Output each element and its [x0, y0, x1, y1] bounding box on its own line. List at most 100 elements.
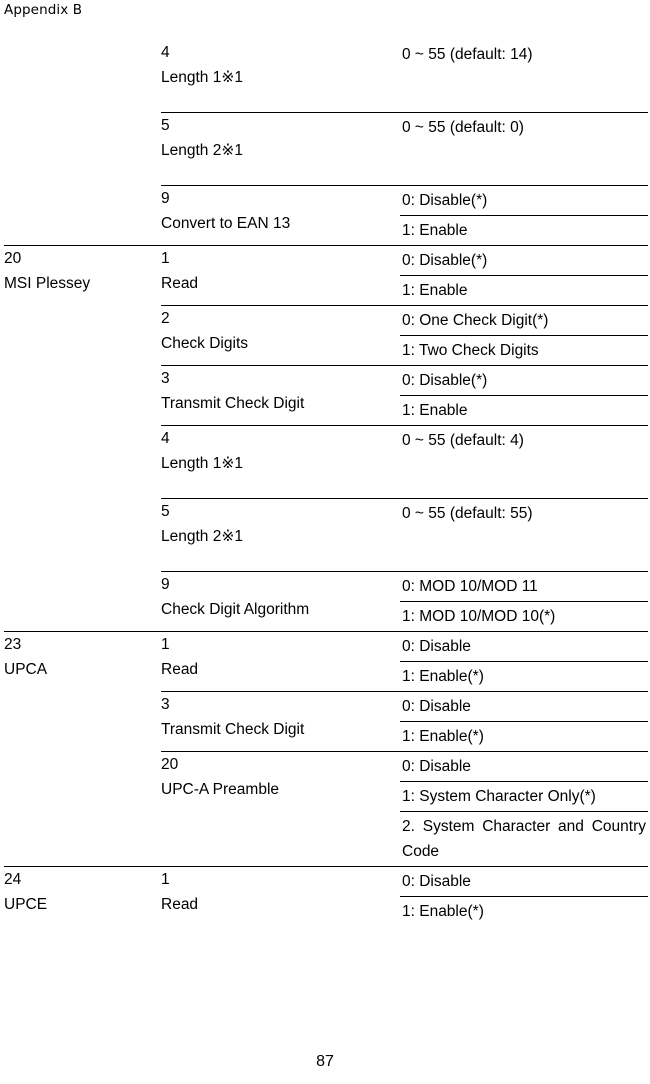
item-number: 2	[161, 310, 170, 327]
row-spacer	[161, 163, 400, 185]
item-number: 3	[161, 696, 170, 713]
table-row: 3 Transmit Check Digit 0: Disable(*) 1: Ena…	[4, 365, 648, 426]
item-name: Check Digit Algorithm	[161, 601, 310, 618]
cell-options: 0 ~ 55 (default: 0)	[400, 112, 648, 186]
cell-code	[4, 113, 161, 186]
row-spacer	[161, 549, 400, 571]
option-value: 0 ~ 55 (default: 0)	[402, 119, 524, 136]
cell-item: 20 UPC-A Preamble	[161, 751, 400, 867]
item-number: 3	[161, 370, 170, 387]
cell-options: 0: Disable(*) 1: Enable	[400, 245, 648, 306]
option-value: 0: Disable(*)	[402, 372, 488, 389]
cell-item: 9 Check Digit Algorithm	[161, 571, 400, 632]
item-name: Length 1※1	[161, 455, 243, 472]
cell-options: 0 ~ 55 (default: 55)	[400, 498, 648, 572]
cell-options: 0: One Check Digit(*) 1: Two Check Digits	[400, 305, 648, 366]
barcode-parameter-table: 4 Length 1※1 0 ~ 55 (default: 14) 5 Length 2…	[4, 40, 648, 926]
row-spacer	[161, 90, 400, 112]
cell-item: 1 Read	[161, 245, 400, 306]
cell-code	[4, 366, 161, 426]
item-number: 9	[161, 190, 170, 207]
cell-code	[4, 306, 161, 366]
option-value: 1: Enable(*)	[400, 896, 648, 926]
item-number: 4	[161, 44, 170, 61]
item-number: 20	[161, 756, 179, 773]
code-number: 20	[4, 250, 22, 267]
option-value: 0: Disable(*)	[402, 192, 488, 209]
row-spacer	[400, 455, 648, 477]
row-spacer	[400, 528, 648, 550]
cell-code	[4, 186, 161, 246]
item-number: 1	[161, 636, 170, 653]
code-number: 24	[4, 871, 22, 888]
cell-item: 4 Length 1※1	[161, 425, 400, 499]
option-value: 2. System Character and Country Code	[400, 811, 648, 866]
cell-code	[4, 499, 161, 572]
option-value: 0: Disable	[402, 758, 471, 775]
table-row: 9 Check Digit Algorithm 0: MOD 10/MOD 11 1:…	[4, 571, 648, 632]
cell-item: 5 Length 2※1	[161, 498, 400, 572]
option-value: 0: MOD 10/MOD 11	[402, 578, 538, 595]
row-spacer	[161, 476, 400, 498]
table-row: 20 MSI Plessey 1 Read 0: Disable(*) 1: Enable	[4, 245, 648, 306]
code-name: UPCA	[4, 661, 48, 678]
cell-item: 2 Check Digits	[161, 305, 400, 366]
option-value: 1: Two Check Digits	[400, 335, 648, 365]
cell-code: 20 MSI Plessey	[4, 245, 161, 306]
cell-code	[4, 40, 161, 113]
cell-code	[4, 752, 161, 867]
cell-options: 0: MOD 10/MOD 11 1: MOD 10/MOD 10(*)	[400, 571, 648, 632]
cell-item: 3 Transmit Check Digit	[161, 365, 400, 426]
table-row: 4 Length 1※1 0 ~ 55 (default: 4)	[4, 425, 648, 499]
option-value: 0 ~ 55 (default: 14)	[402, 46, 533, 63]
item-number: 9	[161, 576, 170, 593]
running-header: Appendix B	[4, 2, 83, 18]
item-number: 1	[161, 250, 170, 267]
option-value: 1: System Character Only(*)	[400, 781, 648, 811]
cell-options: 0: Disable 1: Enable(*)	[400, 631, 648, 692]
item-name: Read	[161, 661, 199, 678]
table-row: 23 UPCA 1 Read 0: Disable 1: Enable(*)	[4, 631, 648, 692]
option-value: 1: Enable	[400, 215, 648, 245]
item-name: Transmit Check Digit	[161, 721, 305, 738]
item-name: Convert to EAN 13	[161, 215, 291, 232]
code-number: 23	[4, 636, 22, 653]
item-name: Length 2※1	[161, 142, 243, 159]
item-name: UPC-A Preamble	[161, 781, 280, 798]
row-spacer	[400, 69, 648, 91]
option-value: 1: MOD 10/MOD 10(*)	[400, 601, 648, 631]
cell-item: 9 Convert to EAN 13	[161, 185, 400, 246]
item-number: 4	[161, 430, 170, 447]
cell-item: 3 Transmit Check Digit	[161, 691, 400, 752]
table-row: 5 Length 2※1 0 ~ 55 (default: 0)	[4, 112, 648, 186]
table-row: 3 Transmit Check Digit 0: Disable 1: Enable…	[4, 691, 648, 752]
cell-options: 0: Disable 1: System Character Only(*) 2. …	[400, 751, 648, 867]
cell-item: 4 Length 1※1	[161, 40, 400, 113]
table-row: 4 Length 1※1 0 ~ 55 (default: 14)	[4, 40, 648, 113]
table-row: 20 UPC-A Preamble 0: Disable 1: System Char…	[4, 751, 648, 867]
option-value: 0: Disable(*)	[402, 252, 488, 269]
cell-options: 0: Disable(*) 1: Enable	[400, 185, 648, 246]
table-row: 5 Length 2※1 0 ~ 55 (default: 55)	[4, 498, 648, 572]
table-row: 2 Check Digits 0: One Check Digit(*) 1: Two…	[4, 305, 648, 366]
cell-item: 1 Read	[161, 631, 400, 692]
cell-options: 0: Disable 1: Enable(*)	[400, 866, 648, 926]
option-value: 0 ~ 55 (default: 55)	[402, 505, 533, 522]
option-value: 0 ~ 55 (default: 4)	[402, 432, 524, 449]
item-number: 5	[161, 503, 170, 520]
code-name: UPCE	[4, 896, 48, 913]
cell-options: 0: Disable(*) 1: Enable	[400, 365, 648, 426]
option-value: 0: Disable	[402, 698, 471, 715]
option-value: 0: One Check Digit(*)	[402, 312, 549, 329]
item-number: 1	[161, 871, 170, 888]
cell-item: 1 Read	[161, 866, 400, 926]
table-body: 4 Length 1※1 0 ~ 55 (default: 14) 5 Length 2…	[4, 40, 648, 926]
item-name: Length 1※1	[161, 69, 243, 86]
cell-code	[4, 572, 161, 632]
table-row: 9 Convert to EAN 13 0: Disable(*) 1: Enable	[4, 185, 648, 246]
cell-item: 5 Length 2※1	[161, 112, 400, 186]
option-value: 0: Disable	[402, 638, 471, 655]
option-value: 0: Disable	[402, 873, 471, 890]
page-number: 87	[316, 1053, 334, 1070]
cell-code: 23 UPCA	[4, 631, 161, 692]
